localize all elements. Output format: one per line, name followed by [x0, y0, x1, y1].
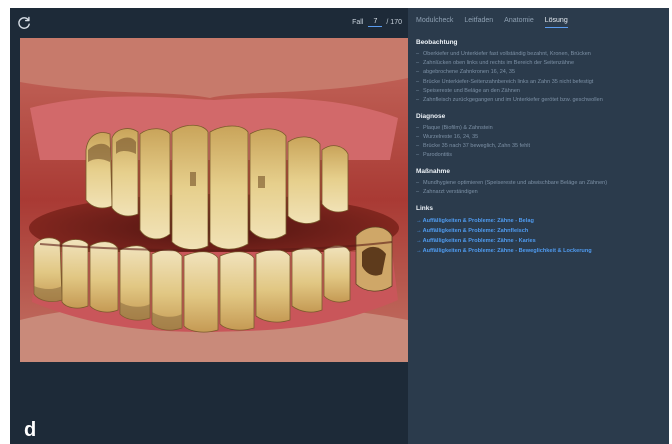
list-item: Parodontitis: [416, 152, 661, 160]
list-item: Mundhygiene optimieren (Speisereste und …: [416, 180, 661, 188]
case-label: Fall: [352, 18, 364, 26]
link-belag[interactable]: Auffälligkeiten & Probleme: Zähne - Bela…: [416, 217, 661, 225]
link-beweglichkeit[interactable]: Auffälligkeiten & Probleme: Zähne - Bewe…: [416, 247, 661, 255]
section-title: Maßnahme: [416, 168, 450, 176]
section-diagnose: Diagnose Plaque (Biofilm) & Zahnstein Wu…: [416, 112, 661, 160]
list-item: Oberkiefer und Unterkiefer fast vollstän…: [416, 51, 661, 59]
dental-photo: [20, 38, 408, 362]
list-item: Plaque (Biofilm) & Zahnstein: [416, 125, 661, 133]
section-massnahme: Maßnahme Mundhygiene optimieren (Speiser…: [416, 167, 661, 197]
refresh-icon[interactable]: [16, 15, 32, 31]
case-number-input[interactable]: [368, 17, 383, 27]
tab-bar: Modulcheck Leitfaden Anatomie Lösung: [416, 14, 661, 28]
tab-loesung[interactable]: Lösung: [544, 14, 568, 28]
list-item: Brücke Unterkiefer-Seitenzahnbereich lin…: [416, 79, 661, 87]
link-zahnfleisch[interactable]: Auffälligkeiten & Probleme: Zahnfleisch: [416, 227, 661, 235]
list-item: Wurzelreste 16, 24, 35: [416, 134, 661, 142]
list-item: Zahnlücken oben links und rechts im Bere…: [416, 60, 661, 68]
tab-modulcheck[interactable]: Modulcheck: [416, 14, 453, 28]
list-item: Speisereste und Beläge an den Zähnen: [416, 88, 661, 96]
image-viewer: Fall / 170: [10, 8, 408, 444]
figure-letter: d: [24, 419, 37, 441]
list-item: abgebrochene Zahnkronen 16, 24, 35: [416, 69, 661, 77]
list-item: Zahnarzt verständigen: [416, 189, 661, 197]
case-total: / 170: [386, 18, 402, 26]
section-links: Links Auffälligkeiten & Probleme: Zähne …: [416, 204, 661, 255]
list-item: Brücke 35 nach 37 beweglich, Zahn 35 feh…: [416, 143, 661, 151]
section-title: Links: [416, 205, 433, 213]
list-item: Zahnfleisch zurückgegangen und im Unterk…: [416, 97, 661, 105]
tab-leitfaden[interactable]: Leitfaden: [464, 14, 493, 28]
section-title: Diagnose: [416, 112, 446, 120]
case-viewer-app: Fall / 170: [10, 8, 669, 444]
tab-anatomie[interactable]: Anatomie: [504, 14, 534, 28]
link-karies[interactable]: Auffälligkeiten & Probleme: Zähne - Kari…: [416, 237, 661, 245]
section-title: Beobachtung: [416, 39, 458, 46]
section-beobachtung: Beobachtung Oberkiefer und Unterkiefer f…: [416, 38, 661, 105]
info-panel: Modulcheck Leitfaden Anatomie Lösung Beo…: [408, 8, 669, 444]
case-navigator: Fall / 170: [352, 17, 402, 27]
